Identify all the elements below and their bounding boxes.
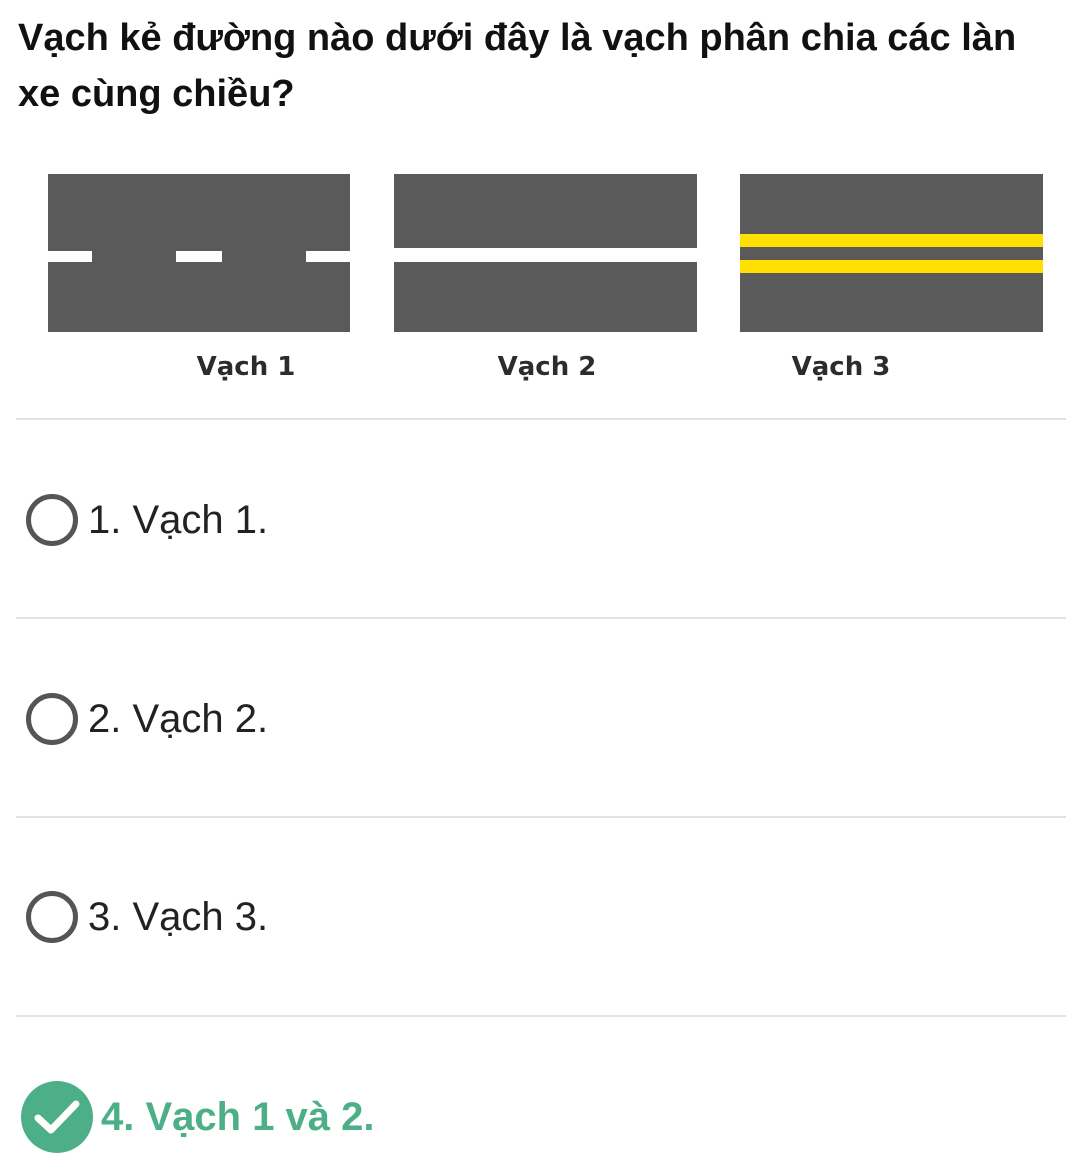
answer-option-label: 1. Vạch 1. (88, 497, 269, 542)
road-marking-1-image (48, 174, 350, 332)
answer-option-4[interactable]: 4. Vạch 1 và 2. (16, 1067, 1066, 1167)
road-marking-3-image (740, 174, 1043, 332)
dashed-line-segment (48, 251, 92, 262)
road-caption-2: Vạch 2 (497, 352, 597, 382)
answer-option-1[interactable]: 1. Vạch 1. (16, 470, 1066, 570)
divider (16, 617, 1066, 619)
answer-option-label: 2. Vạch 2. (88, 696, 269, 741)
radio-unchecked-icon[interactable] (26, 891, 78, 943)
divider (16, 1015, 1066, 1017)
answer-option-2[interactable]: 2. Vạch 2. (16, 669, 1066, 769)
checkmark-icon[interactable] (21, 1081, 93, 1153)
answer-option-3[interactable]: 3. Vạch 3. (16, 867, 1066, 967)
dashed-line-segment (306, 251, 350, 262)
road-caption-3: Vạch 3 (791, 352, 891, 382)
question-title: Vạch kẻ đường nào dưới đây là vạch phân … (18, 17, 1017, 115)
road-caption-1: Vạch 1 (196, 352, 296, 382)
radio-unchecked-icon[interactable] (26, 494, 78, 546)
dashed-line-segment (176, 251, 222, 262)
answer-option-label: 3. Vạch 3. (88, 894, 269, 939)
divider (16, 816, 1066, 818)
checkmark-glyph (34, 1100, 80, 1134)
yellow-line-top (740, 234, 1043, 247)
answer-option-label-correct: 4. Vạch 1 và 2. (101, 1094, 375, 1139)
radio-unchecked-icon[interactable] (26, 693, 78, 745)
solid-white-line (394, 248, 697, 262)
yellow-line-bottom (740, 260, 1043, 273)
road-marking-2-image (394, 174, 697, 332)
divider (16, 418, 1066, 420)
